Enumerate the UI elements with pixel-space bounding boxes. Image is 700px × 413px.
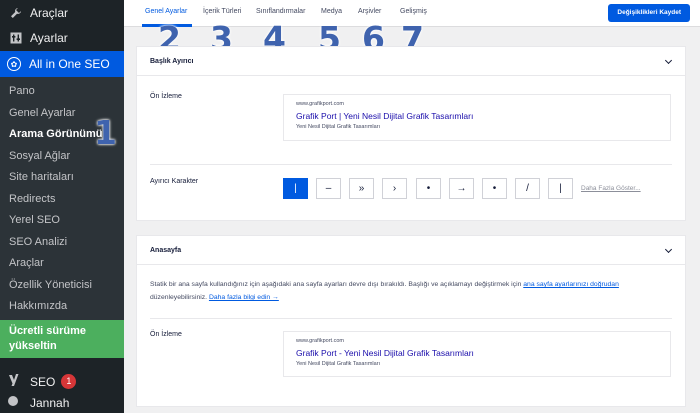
preview-url: www.grafikport.com [296, 101, 344, 107]
wrench-icon [9, 6, 22, 19]
preview-url: www.grafikport.com [296, 338, 344, 344]
preview-label: Ön İzleme [150, 331, 182, 338]
notice-text: Statik bir ana sayfa kullandığınız için … [150, 281, 522, 288]
separator-option[interactable]: – [316, 178, 341, 199]
separator-option[interactable]: | [283, 178, 308, 199]
separator-option[interactable]: • [482, 178, 507, 199]
title-separator-panel: Başlık Ayırıcı Ön İzleme www.grafikport.… [136, 46, 686, 221]
show-more-link[interactable]: Daha Fazla Göster... [581, 185, 641, 192]
submenu-item-redirects[interactable]: Redirects [0, 189, 124, 211]
chevron-down-icon[interactable] [664, 245, 673, 254]
panel-header[interactable]: Başlık Ayırıcı [137, 47, 685, 76]
tab-archives[interactable]: Arşivler [358, 8, 381, 15]
tab-general-settings[interactable]: Genel Ayarlar [145, 8, 187, 15]
sidebar-item-all-in-one-seo[interactable]: ✿ All in One SEO [0, 51, 124, 77]
search-preview: www.grafikport.com Grafik Port | Yeni Ne… [283, 94, 671, 141]
submenu-item-feature-manager[interactable]: Özellik Yöneticisi [0, 275, 124, 297]
panel-title: Anasayfa [150, 246, 182, 254]
sidebar-item-tools[interactable]: Araçlar [0, 0, 124, 25]
panel-header[interactable]: Anasayfa [137, 236, 685, 265]
upgrade-link[interactable]: Ücretli sürüme yükseltin [0, 319, 124, 358]
separator-option[interactable]: • [416, 178, 441, 199]
panel-title: Başlık Ayırıcı [150, 57, 194, 65]
submenu-item-about[interactable]: Hakkımızda [0, 296, 124, 318]
homepage-settings-link[interactable]: ana sayfa ayarlarınızı doğrudan [523, 281, 619, 288]
preview-title: Grafik Port - Yeni Nesil Dijital Grafik … [296, 348, 474, 358]
submenu-item-seo-analysis[interactable]: SEO Analizi [0, 232, 124, 254]
divider [150, 318, 672, 319]
sidebar-item-label: Araçlar [30, 5, 69, 20]
sidebar-item-settings[interactable]: Ayarlar [0, 25, 124, 50]
separator-option[interactable]: → [449, 178, 474, 199]
aioseo-icon: ✿ [7, 57, 21, 71]
tab-taxonomies[interactable]: Sınıflandırmalar [256, 8, 305, 15]
yoast-icon [7, 373, 21, 390]
tab-media[interactable]: Medya [321, 8, 342, 15]
settings-icon [9, 31, 22, 44]
separator-option[interactable]: » [349, 178, 374, 199]
admin-sidebar: Araçlar Ayarlar ✿ All in One SEO Pano Ge… [0, 0, 124, 413]
search-preview: www.grafikport.com Grafik Port - Yeni Ne… [283, 331, 671, 377]
sidebar-item-label: Ayarlar [30, 30, 68, 45]
divider [150, 164, 672, 165]
submenu-item-tools[interactable]: Araçlar [0, 253, 124, 275]
preview-label: Ön İzleme [150, 93, 182, 100]
preview-description: Yeni Nesil Dijital Grafik Tasarımları [296, 361, 381, 367]
sidebar-item-jannah[interactable]: Jannah [0, 394, 124, 412]
sidebar-separator [0, 357, 124, 370]
homepage-notice: Statik bir ana sayfa kullandığınız için … [150, 278, 670, 304]
sidebar-item-label: All in One SEO [29, 57, 110, 71]
learn-more-link[interactable]: Daha fazla bilgi edin → [209, 294, 279, 301]
separator-option[interactable]: › [382, 178, 407, 199]
submenu-item-sitemaps[interactable]: Site haritaları [0, 167, 124, 189]
separator-label: Ayırıcı Karakter [150, 178, 199, 185]
save-changes-button[interactable]: Değişiklikleri Kaydet [608, 4, 690, 22]
tab-content-types[interactable]: İçerik Türleri [203, 8, 241, 15]
preview-title: Grafik Port | Yeni Nesil Dijital Grafik … [296, 111, 474, 121]
annotation-number: 1 [94, 113, 117, 152]
notification-badge: 1 [61, 374, 77, 389]
preview-description: Yeni Nesil Dijital Grafik Tasarımları [296, 124, 381, 130]
theme-icon [7, 395, 21, 410]
sidebar-item-label: Jannah [30, 395, 70, 410]
sidebar-item-label: SEO [30, 374, 56, 389]
submenu-item-pano[interactable]: Pano [0, 81, 124, 103]
homepage-panel: Anasayfa Statik bir ana sayfa kullandığı… [136, 235, 686, 407]
sidebar-item-seo[interactable]: SEO 1 [0, 370, 124, 394]
notice-text: düzenleyebilirsiniz. [150, 294, 208, 301]
separator-option[interactable]: | [548, 178, 573, 199]
tab-advanced[interactable]: Gelişmiş [400, 8, 427, 15]
chevron-down-icon[interactable] [664, 56, 673, 65]
submenu-item-local-seo[interactable]: Yerel SEO [0, 210, 124, 232]
separator-option[interactable]: / [515, 178, 540, 199]
